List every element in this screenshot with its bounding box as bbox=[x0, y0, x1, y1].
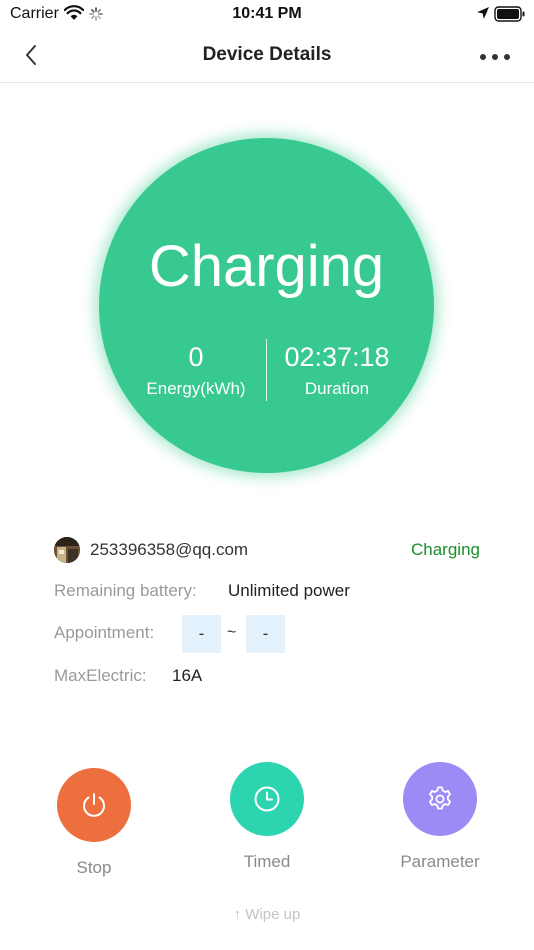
appointment-start-field[interactable]: - bbox=[182, 615, 221, 653]
power-icon bbox=[83, 793, 105, 817]
max-electric-row: MaxElectric: 16A bbox=[54, 666, 202, 692]
appointment-label: Appointment: bbox=[54, 623, 155, 642]
parameter-button-circle[interactable] bbox=[403, 762, 477, 836]
navigation-bar: Device Details bbox=[0, 30, 534, 83]
remaining-battery-row: Remaining battery: Unlimited power bbox=[54, 581, 350, 607]
status-time: 10:41 PM bbox=[232, 5, 302, 22]
clock-icon bbox=[254, 786, 280, 812]
wipe-up-hint: ↑ Wipe up bbox=[233, 906, 301, 923]
energy-stat: 0 Energy(kWh) bbox=[126, 341, 266, 400]
appointment-separator: ~ bbox=[227, 624, 237, 641]
duration-value: 02:37:18 bbox=[284, 342, 390, 372]
parameter-button[interactable]: Parameter bbox=[380, 762, 500, 872]
user-email: 253396358@qq.com bbox=[90, 540, 249, 559]
appointment-end-field[interactable]: - bbox=[246, 615, 285, 653]
user-charging-status: Charging bbox=[411, 540, 480, 559]
battery-icon bbox=[494, 6, 526, 27]
duration-stat: 02:37:18 Duration bbox=[267, 341, 407, 400]
energy-value: 0 bbox=[188, 342, 204, 372]
user-row: 253396358@qq.com Charging bbox=[54, 537, 480, 563]
stop-button[interactable]: Stop bbox=[34, 768, 154, 878]
remaining-battery-label: Remaining battery: bbox=[54, 581, 197, 600]
more-options-icon[interactable] bbox=[478, 49, 512, 67]
timed-label: Timed bbox=[243, 852, 291, 871]
timed-button[interactable]: Timed bbox=[207, 762, 327, 872]
remaining-battery-value: Unlimited power bbox=[228, 581, 350, 600]
charging-status-circle: Charging 0 Energy(kWh) 02:37:18 Duration bbox=[99, 138, 434, 473]
device-details-screen: Carrier 10:41 PM Device Details Charging… bbox=[0, 0, 534, 950]
max-electric-label: MaxElectric: bbox=[54, 666, 147, 685]
stop-button-circle[interactable] bbox=[57, 768, 131, 842]
timed-button-circle[interactable] bbox=[230, 762, 304, 836]
gear-icon bbox=[429, 786, 451, 810]
status-bar: Carrier 10:41 PM bbox=[0, 0, 534, 30]
avatar bbox=[54, 537, 80, 563]
location-arrow-icon bbox=[476, 6, 490, 25]
charging-status-text: Charging bbox=[148, 234, 385, 299]
stop-label: Stop bbox=[76, 858, 112, 877]
parameter-label: Parameter bbox=[400, 852, 480, 871]
max-electric-value: 16A bbox=[172, 666, 203, 685]
page-title: Device Details bbox=[202, 44, 332, 65]
energy-label: Energy(kWh) bbox=[146, 379, 246, 398]
duration-label: Duration bbox=[304, 379, 370, 398]
